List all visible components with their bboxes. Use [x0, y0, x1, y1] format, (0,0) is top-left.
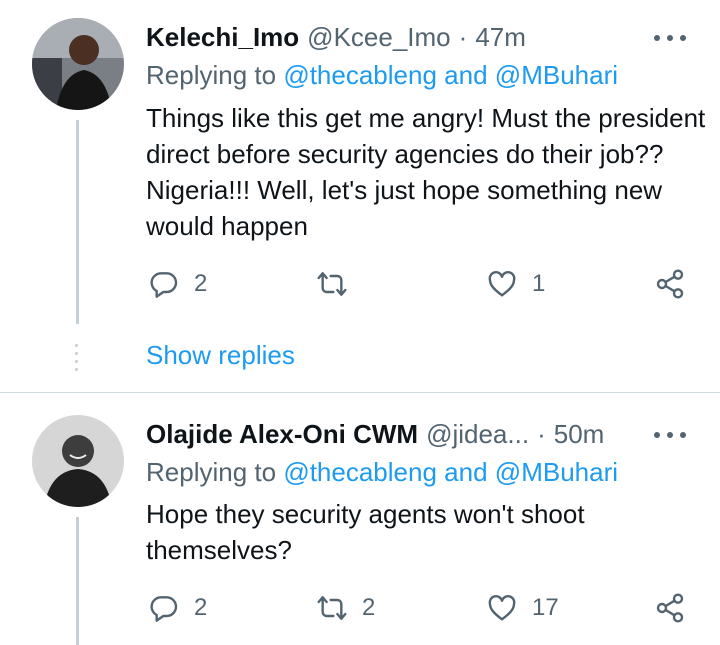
mention-link[interactable]: @thecableng [283, 457, 437, 487]
retweet-count: 2 [362, 594, 376, 621]
like-count: 17 [532, 594, 559, 621]
retweet-button[interactable] [316, 268, 362, 300]
show-replies-link[interactable]: Show replies [146, 340, 295, 371]
reply-count: 2 [194, 594, 208, 621]
replying-to-label: Replying to [146, 60, 277, 90]
more-icon[interactable] [654, 427, 686, 443]
like-button[interactable]: 1 [486, 268, 545, 300]
reply-count: 2 [194, 270, 208, 297]
like-icon [488, 271, 516, 297]
share-button[interactable] [654, 592, 686, 624]
tweet-header: Kelechi_Imo @Kcee_Imo · 47m [146, 20, 526, 54]
reply-button[interactable]: 2 [148, 592, 207, 624]
thread-line [76, 517, 79, 645]
thread-line [76, 120, 79, 324]
timestamp[interactable]: 50m [554, 419, 605, 450]
replying-to: Replying to @thecableng and @MBuhari [146, 457, 618, 488]
retweet-button[interactable]: 2 [316, 592, 375, 624]
mention-and: and [444, 60, 488, 90]
share-icon [656, 269, 684, 299]
avatar[interactable] [32, 18, 124, 110]
tweet-text: Things like this get me angry! Must the … [146, 103, 706, 241]
like-count: 1 [532, 270, 546, 297]
retweet-icon [317, 596, 347, 620]
timestamp[interactable]: 47m [475, 22, 526, 53]
display-name[interactable]: Kelechi_Imo [146, 22, 299, 53]
separator-dot: · [537, 418, 546, 449]
replying-to-label: Replying to [146, 457, 277, 487]
like-icon [488, 595, 516, 621]
display-name[interactable]: Olajide Alex-Oni CWM [146, 419, 418, 450]
collapsed-thread-dots [74, 344, 80, 376]
tweet-header: Olajide Alex-Oni CWM @jidea... · 50m [146, 417, 604, 451]
user-handle[interactable]: @Kcee_Imo [307, 22, 450, 53]
tweet-text: Hope they security agents won't shoot th… [146, 499, 585, 565]
reply-icon [150, 596, 178, 622]
reply-icon [150, 272, 178, 298]
tweet-1[interactable]: Kelechi_Imo @Kcee_Imo · 47m Replying to … [0, 0, 720, 392]
tweet-2[interactable]: Olajide Alex-Oni CWM @jidea... · 50m Rep… [0, 393, 720, 645]
share-button[interactable] [654, 268, 686, 300]
retweet-icon [317, 272, 347, 296]
user-handle[interactable]: @jidea... [426, 419, 529, 450]
more-icon[interactable] [654, 30, 686, 46]
mention-link[interactable]: @MBuhari [495, 60, 618, 90]
share-icon [656, 593, 684, 623]
mention-link[interactable]: @MBuhari [495, 457, 618, 487]
mention-and: and [444, 457, 488, 487]
avatar[interactable] [32, 415, 124, 507]
reply-button[interactable]: 2 [148, 268, 207, 300]
separator-dot: · [458, 21, 468, 52]
replying-to: Replying to @thecableng and @MBuhari [146, 60, 618, 91]
mention-link[interactable]: @thecableng [283, 60, 437, 90]
like-button[interactable]: 17 [486, 592, 559, 624]
